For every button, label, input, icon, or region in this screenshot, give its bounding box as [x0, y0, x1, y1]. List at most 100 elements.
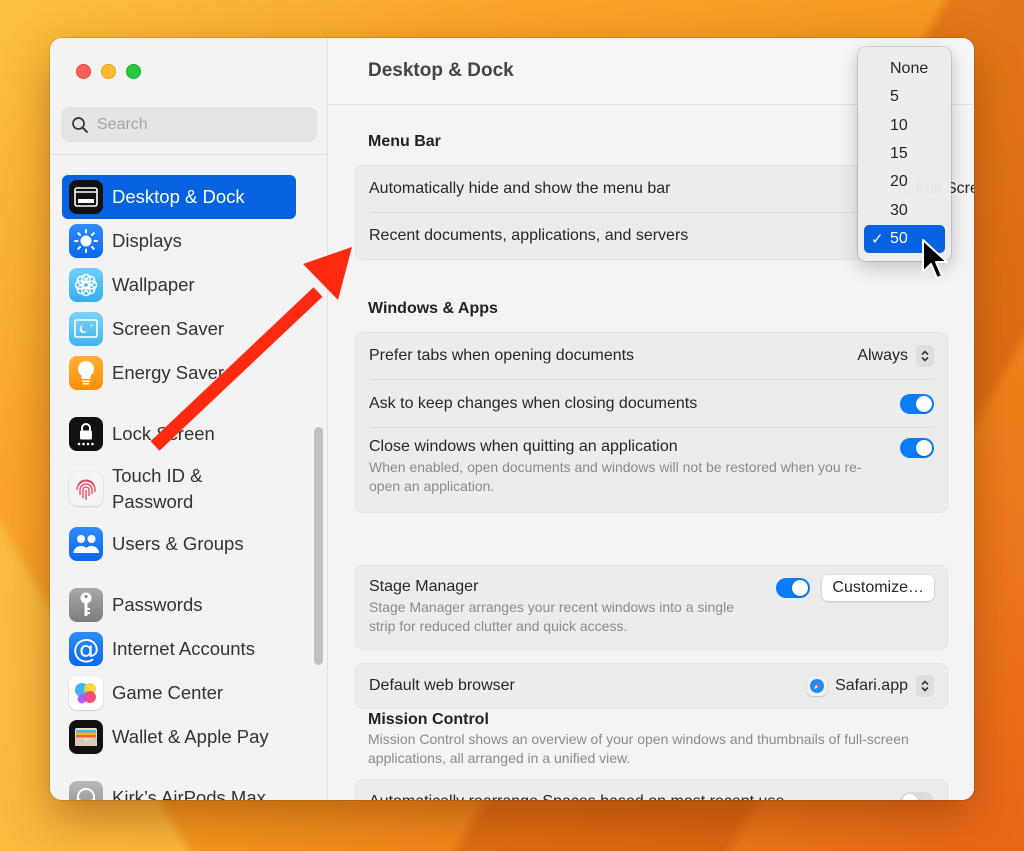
section-title-windows-apps: Windows & Apps	[368, 300, 498, 317]
windows-apps-group: Prefer tabs when opening documents Alway…	[355, 332, 948, 513]
dropdown-option-20[interactable]: 20	[864, 168, 945, 196]
row-rearrange-spaces: Automatically rearrange Spaces based on …	[369, 780, 934, 800]
sidebar-item-label: Internet Accounts	[112, 638, 255, 659]
dropdown-option-10[interactable]: 10	[864, 112, 945, 140]
sidebar-item-airpods[interactable]: Kirk’s AirPods Max	[62, 776, 296, 800]
dropdown-option-30[interactable]: 30	[864, 196, 945, 224]
zoom-window-button[interactable]	[126, 64, 141, 79]
row-label: Recent documents, applications, and serv…	[369, 227, 689, 244]
stage-manager-group: Stage Manager Stage Manager arranges you…	[355, 565, 948, 650]
sidebar-item-users-groups[interactable]: Users & Groups	[62, 522, 296, 566]
sidebar-item-wallet[interactable]: Wallet & Apple Pay	[62, 715, 296, 759]
chevron-up-down-icon	[916, 675, 934, 697]
sidebar-item-game-center[interactable]: Game Center	[62, 671, 296, 715]
sidebar-item-passwords[interactable]: Passwords	[62, 583, 296, 627]
minimize-window-button[interactable]	[101, 64, 116, 79]
safari-icon	[807, 676, 828, 696]
ask-keep-changes-toggle[interactable]	[900, 393, 934, 414]
popup-value: Always	[857, 347, 908, 364]
game-center-icon	[69, 676, 103, 710]
airpods-max-icon	[69, 781, 103, 800]
row-close-windows: Close windows when quitting an applicati…	[369, 428, 934, 512]
rearrange-spaces-toggle[interactable]	[900, 792, 934, 800]
close-window-button[interactable]	[76, 64, 91, 79]
sidebar-item-label: Kirk’s AirPods Max	[112, 787, 266, 800]
sidebar-item-label: Lock Screen	[112, 423, 215, 444]
sidebar: Desktop & Dock Displays Wallpaper + Scre…	[50, 38, 328, 800]
search-input[interactable]	[97, 115, 297, 134]
mission-control-group: Automatically rearrange Spaces based on …	[355, 779, 948, 800]
default-browser-popup[interactable]: Safari.app	[807, 675, 934, 697]
sidebar-list: Desktop & Dock Displays Wallpaper + Scre…	[62, 175, 296, 800]
sidebar-item-screen-saver[interactable]: + Screen Saver	[62, 307, 296, 351]
section-title-menu-bar: Menu Bar	[368, 133, 441, 150]
wallet-icon	[69, 720, 103, 754]
settings-window: Desktop & Dock Displays Wallpaper + Scre…	[50, 38, 974, 800]
row-ask-keep-changes: Ask to keep changes when closing documen…	[369, 380, 934, 428]
row-description: When enabled, open documents and windows…	[369, 459, 862, 494]
sidebar-divider	[50, 154, 328, 155]
chevron-up-down-icon	[916, 345, 934, 367]
screen-saver-icon: +	[69, 312, 103, 346]
row-label: Stage Manager	[369, 578, 479, 595]
mouse-pointer-icon	[922, 239, 948, 279]
displays-icon	[69, 224, 103, 258]
row-default-browser: Default web browser Safari.app	[369, 664, 934, 708]
row-label: Automatically rearrange Spaces based on …	[369, 793, 784, 800]
sidebar-item-energy-saver[interactable]: Energy Saver	[62, 351, 296, 395]
users-groups-icon	[69, 527, 103, 561]
dropdown-option-none[interactable]: None	[864, 55, 945, 83]
search-icon	[72, 116, 88, 133]
recent-items-dropdown: None 5 10 15 20 30 ✓ 50	[858, 47, 951, 261]
default-browser-group: Default web browser Safari.app	[355, 663, 948, 709]
sidebar-item-touch-id[interactable]: Touch ID & Password	[62, 456, 296, 522]
sidebar-item-label: Screen Saver	[112, 318, 225, 339]
prefer-tabs-popup[interactable]: Always	[857, 345, 934, 367]
row-label: Close windows when quitting an applicati…	[369, 438, 678, 455]
search-field[interactable]	[61, 107, 317, 142]
stage-manager-toggle[interactable]	[776, 578, 811, 598]
passwords-icon	[69, 588, 103, 622]
row-label: Prefer tabs when opening documents	[369, 347, 635, 364]
row-label: Default web browser	[369, 677, 515, 694]
internet-accounts-icon: @	[69, 632, 103, 666]
row-label: Automatically hide and show the menu bar	[369, 180, 671, 197]
customize-button[interactable]: Customize…	[822, 575, 934, 601]
window-controls	[76, 64, 141, 79]
sidebar-item-label: Wallpaper	[112, 274, 195, 295]
wallpaper-icon	[69, 268, 103, 302]
sidebar-item-internet-accounts[interactable]: @ Internet Accounts	[62, 627, 296, 671]
checkmark-icon: ✓	[871, 230, 884, 248]
sidebar-item-label: Desktop & Dock	[112, 186, 245, 207]
sidebar-item-wallpaper[interactable]: Wallpaper	[62, 263, 296, 307]
row-label: Ask to keep changes when closing documen…	[369, 394, 698, 412]
sidebar-item-label: Game Center	[112, 682, 224, 703]
sidebar-item-label: Wallet & Apple Pay	[112, 726, 269, 747]
row-description: Stage Manager arranges your recent windo…	[369, 599, 734, 634]
sidebar-item-label: Energy Saver	[112, 362, 225, 383]
sidebar-item-desktop-dock[interactable]: Desktop & Dock	[62, 175, 296, 219]
sidebar-item-label: Displays	[112, 230, 182, 251]
desktop-dock-icon	[69, 180, 103, 214]
page-title: Desktop & Dock	[368, 60, 514, 81]
row-recent-items: Recent documents, applications, and serv…	[369, 213, 934, 259]
dropdown-option-15[interactable]: 15	[864, 140, 945, 168]
sidebar-item-label: Users & Groups	[112, 533, 244, 554]
lock-screen-icon	[69, 417, 103, 451]
sidebar-scrollbar[interactable]	[314, 427, 323, 665]
popup-value: Safari.app	[835, 677, 908, 694]
touch-id-icon	[69, 472, 103, 506]
row-stage-manager: Stage Manager Stage Manager arranges you…	[369, 566, 934, 649]
close-windows-toggle[interactable]	[900, 438, 934, 458]
sidebar-item-label: Touch ID & Password	[112, 465, 203, 512]
sidebar-item-displays[interactable]: Displays	[62, 219, 296, 263]
row-auto-hide-menu-bar: Automatically hide and show the menu bar…	[369, 166, 974, 213]
mission-control-description: Mission Control shows an overview of you…	[368, 731, 909, 766]
energy-saver-icon	[69, 356, 103, 390]
sidebar-item-lock-screen[interactable]: Lock Screen	[62, 412, 296, 456]
sidebar-item-label: Passwords	[112, 594, 203, 615]
svg-text:+: +	[90, 324, 94, 330]
dropdown-option-5[interactable]: 5	[864, 83, 945, 111]
row-prefer-tabs: Prefer tabs when opening documents Alway…	[369, 333, 934, 380]
section-title-mission-control: Mission Control	[368, 711, 489, 728]
